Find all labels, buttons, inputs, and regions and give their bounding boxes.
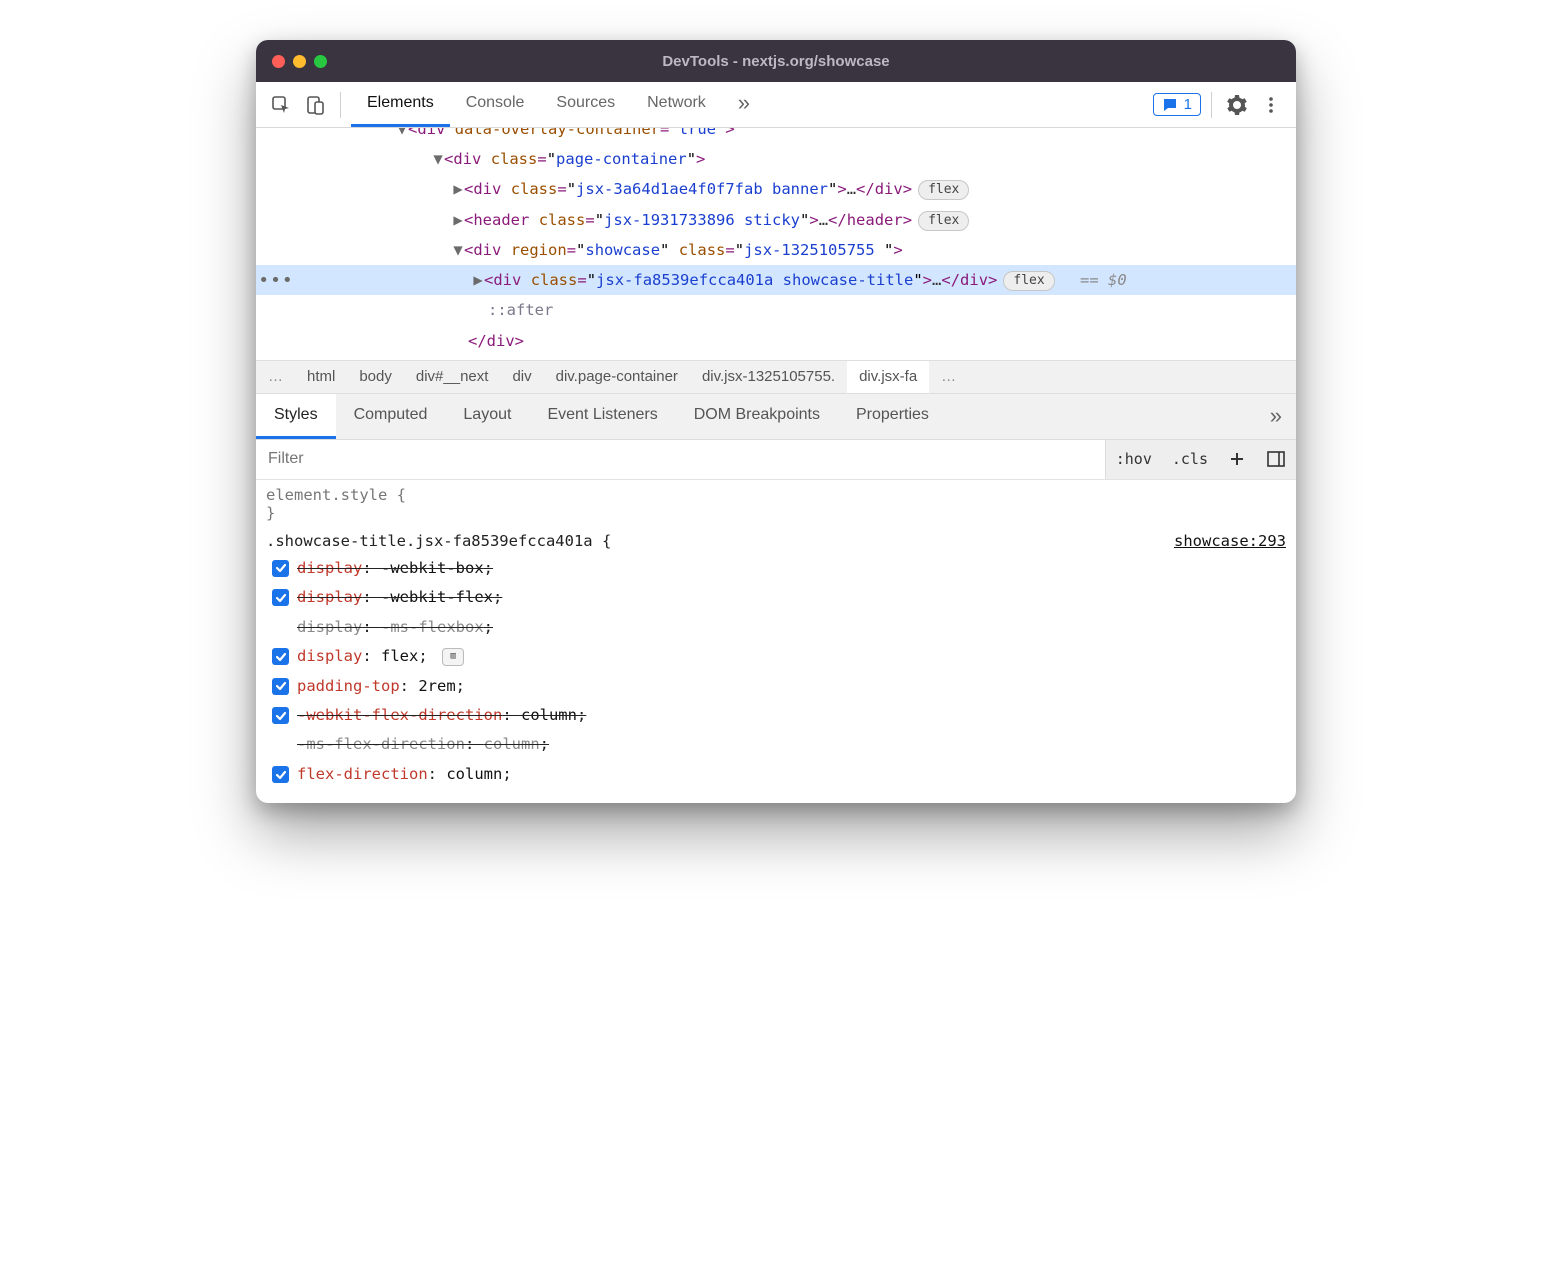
breadcrumb-overflow-right[interactable]: … xyxy=(929,368,968,385)
breadcrumb-item[interactable]: div.jsx-1325105755. xyxy=(690,361,847,393)
toggle-hover-button[interactable]: :hov xyxy=(1106,440,1162,479)
checkbox-spacer xyxy=(272,737,289,754)
css-value[interactable]: flex xyxy=(381,647,418,665)
css-property[interactable]: display xyxy=(297,618,362,636)
breadcrumb-item[interactable]: html xyxy=(295,361,347,393)
breadcrumb: … html body div#__next div div.page-cont… xyxy=(256,360,1296,394)
css-property[interactable]: display xyxy=(297,647,362,665)
css-declaration[interactable]: flex-direction: column; xyxy=(266,760,1286,789)
declarations-list: display: -webkit-box;display: -webkit-fl… xyxy=(266,554,1286,790)
toggle-property-checkbox[interactable] xyxy=(272,678,289,695)
css-property[interactable]: -ms-flex-direction xyxy=(297,735,465,753)
dom-node[interactable]: ▶<header class="jsx-1931733896 sticky">…… xyxy=(256,205,1296,235)
styles-filter-input[interactable] xyxy=(256,450,1105,468)
selected-indicator-icon: ••• xyxy=(256,265,296,295)
toggle-property-checkbox[interactable] xyxy=(272,560,289,577)
breadcrumb-item[interactable]: div#__next xyxy=(404,361,501,393)
window-title: DevTools - nextjs.org/showcase xyxy=(256,53,1296,70)
css-property[interactable]: -webkit-flex-direction xyxy=(297,706,502,724)
dom-node[interactable]: ▼<div class="page-container"> xyxy=(256,144,1296,174)
element-style-close: } xyxy=(266,504,1286,522)
breadcrumb-item[interactable]: div xyxy=(500,361,543,393)
toggle-property-checkbox[interactable] xyxy=(272,648,289,665)
tab-sources[interactable]: Sources xyxy=(540,82,631,127)
device-toolbar-icon[interactable] xyxy=(300,90,330,120)
css-declaration[interactable]: display: -webkit-box; xyxy=(266,554,1286,583)
dom-node-selected[interactable]: ••• ▶<div class="jsx-fa8539efcca401a sho… xyxy=(256,265,1296,295)
separator xyxy=(1211,92,1212,118)
breadcrumb-overflow-left[interactable]: … xyxy=(256,368,295,385)
toggle-property-checkbox[interactable] xyxy=(272,707,289,724)
toggle-rendering-panel-icon[interactable] xyxy=(1256,440,1296,479)
subtab-styles[interactable]: Styles xyxy=(256,394,336,439)
toggle-property-checkbox[interactable] xyxy=(272,589,289,606)
more-subtabs-icon[interactable]: » xyxy=(1256,403,1296,429)
css-value[interactable]: -ms-flexbox xyxy=(381,618,484,636)
subtab-computed[interactable]: Computed xyxy=(336,394,446,439)
subtab-layout[interactable]: Layout xyxy=(445,394,529,439)
css-value[interactable]: column xyxy=(446,765,502,783)
subtab-dom-breakpoints[interactable]: DOM Breakpoints xyxy=(676,394,838,439)
css-declaration[interactable]: -ms-flex-direction: column; xyxy=(266,730,1286,759)
checkbox-spacer xyxy=(272,619,289,636)
new-style-rule-button[interactable] xyxy=(1218,440,1256,479)
dom-node[interactable]: ▶<div class="jsx-3a64d1ae4f0f7fab banner… xyxy=(256,174,1296,204)
css-property[interactable]: display xyxy=(297,559,362,577)
subtab-properties[interactable]: Properties xyxy=(838,394,947,439)
breadcrumb-item[interactable]: body xyxy=(347,361,404,393)
css-declaration[interactable]: display: -ms-flexbox; xyxy=(266,613,1286,642)
flex-badge[interactable]: flex xyxy=(1003,271,1054,291)
breadcrumb-item[interactable]: div.page-container xyxy=(544,361,690,393)
filter-tools: :hov .cls xyxy=(1105,440,1296,479)
sidebar-tabs: Styles Computed Layout Event Listeners D… xyxy=(256,394,1296,440)
main-toolbar: Elements Console Sources Network » 1 xyxy=(256,82,1296,128)
dom-tree[interactable]: ▼<div data-overlay-container="true"> ▼<d… xyxy=(256,128,1296,360)
dom-pseudo[interactable]: ::after xyxy=(256,295,1296,325)
css-declaration[interactable]: padding-top: 2rem; xyxy=(266,672,1286,701)
css-property[interactable]: padding-top xyxy=(297,677,400,695)
css-property[interactable]: flex-direction xyxy=(297,765,428,783)
css-value[interactable]: -webkit-box xyxy=(381,559,484,577)
toggle-classes-button[interactable]: .cls xyxy=(1162,440,1218,479)
breadcrumb-item-active[interactable]: div.jsx-fa xyxy=(847,361,929,393)
css-value[interactable]: -webkit-flex xyxy=(381,588,493,606)
css-declaration[interactable]: display: -webkit-flex; xyxy=(266,583,1286,612)
flex-badge[interactable]: flex xyxy=(918,180,969,200)
css-declaration[interactable]: display: flex;▥ xyxy=(266,642,1286,671)
titlebar: DevTools - nextjs.org/showcase xyxy=(256,40,1296,82)
tab-elements[interactable]: Elements xyxy=(351,82,450,127)
css-declaration[interactable]: -webkit-flex-direction: column; xyxy=(266,701,1286,730)
css-value[interactable]: column xyxy=(484,735,540,753)
rule-source-link[interactable]: showcase:293 xyxy=(1174,532,1286,550)
filter-bar: :hov .cls xyxy=(256,440,1296,480)
dom-node[interactable]: ▼<div data-overlay-container="true"> xyxy=(256,128,1296,144)
css-value[interactable]: column xyxy=(521,706,577,724)
more-tabs-icon[interactable]: » xyxy=(722,82,766,127)
settings-icon[interactable] xyxy=(1222,90,1252,120)
devtools-window: DevTools - nextjs.org/showcase Elements … xyxy=(256,40,1296,803)
flex-editor-icon[interactable]: ▥ xyxy=(442,648,464,666)
css-value[interactable]: 2rem xyxy=(418,677,455,695)
issues-count: 1 xyxy=(1184,96,1192,113)
subtab-event-listeners[interactable]: Event Listeners xyxy=(529,394,675,439)
styles-pane: element.style { } .showcase-title.jsx-fa… xyxy=(256,480,1296,804)
dom-node[interactable]: ▼<div region="showcase" class="jsx-13251… xyxy=(256,235,1296,265)
separator xyxy=(340,92,341,118)
issues-badge[interactable]: 1 xyxy=(1153,93,1201,116)
css-property[interactable]: display xyxy=(297,588,362,606)
tab-network[interactable]: Network xyxy=(631,82,722,127)
panel-tabs: Elements Console Sources Network » xyxy=(351,82,766,127)
flex-badge[interactable]: flex xyxy=(918,211,969,231)
rule-selector[interactable]: .showcase-title.jsx-fa8539efcca401a { xyxy=(266,532,611,550)
inspect-element-icon[interactable] xyxy=(266,90,296,120)
tab-console[interactable]: Console xyxy=(450,82,541,127)
console-reference: == $0 xyxy=(1071,271,1127,289)
toggle-property-checkbox[interactable] xyxy=(272,766,289,783)
kebab-menu-icon[interactable] xyxy=(1256,90,1286,120)
element-style-header[interactable]: element.style { xyxy=(266,486,1286,504)
dom-close[interactable]: </div> xyxy=(256,326,1296,356)
